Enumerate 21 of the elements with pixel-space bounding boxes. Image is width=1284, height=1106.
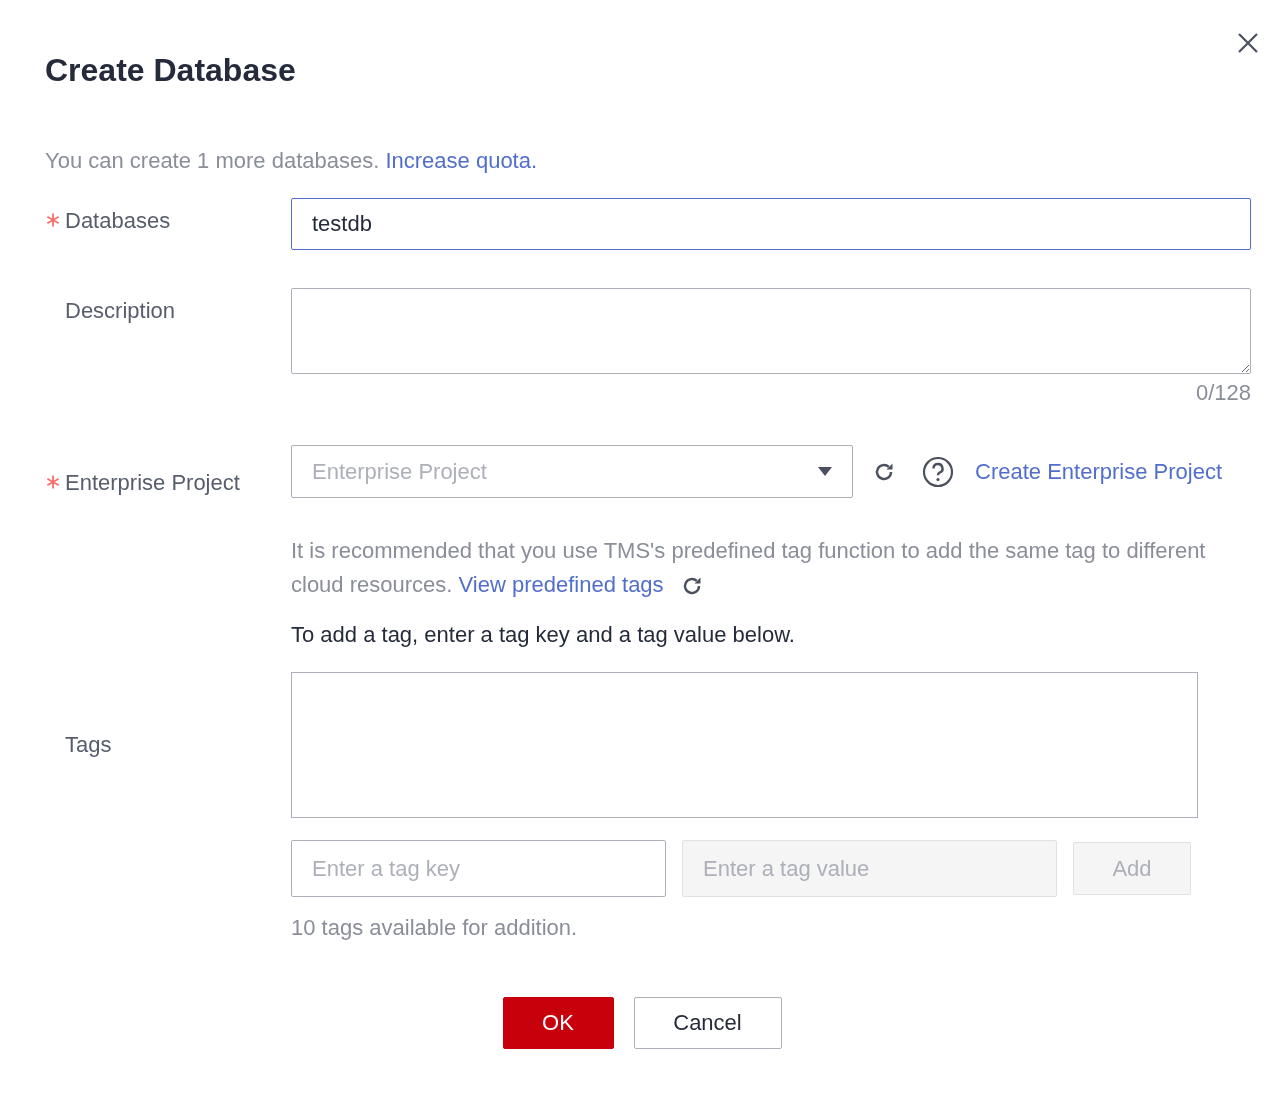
field-label: Description [65,297,176,325]
dropdown-caret-icon [818,467,832,476]
tags-available-text: 10 tags available for addition. [291,914,579,942]
increase-quota-link[interactable]: Increase quota. [385,148,538,173]
help-icon[interactable] [922,455,954,488]
tag-instruction-text: To add a tag, enter a tag key and a tag value below. [291,621,796,649]
cancel-button[interactable]: Cancel [633,997,782,1049]
database-name-field[interactable]: testdb [291,198,1251,250]
field-label: Tags [65,731,112,759]
quota-text: You can create 1 more databases. Increase quota. [45,147,539,175]
field-label: Enterprise Project [65,469,240,497]
description-field[interactable] [291,288,1251,374]
close-icon[interactable] [1237,32,1259,54]
dialog-title: Create Database [45,51,297,90]
character-counter: 0/128 [1195,380,1251,405]
field-label: Databases [65,207,171,235]
ok-button[interactable]: OK [502,997,614,1049]
tag-hint-text: It is recommended that you use TMS's predefined tag function to add the same tag to different cloud resources. View predefined tags [291,537,1207,601]
view-predefined-tags-link[interactable]: View predefined tags [458,572,664,597]
tag-key-field[interactable]: Enter a tag key [291,840,666,897]
create-enterprise-project-link[interactable]: Create Enterprise Project [975,458,1222,485]
